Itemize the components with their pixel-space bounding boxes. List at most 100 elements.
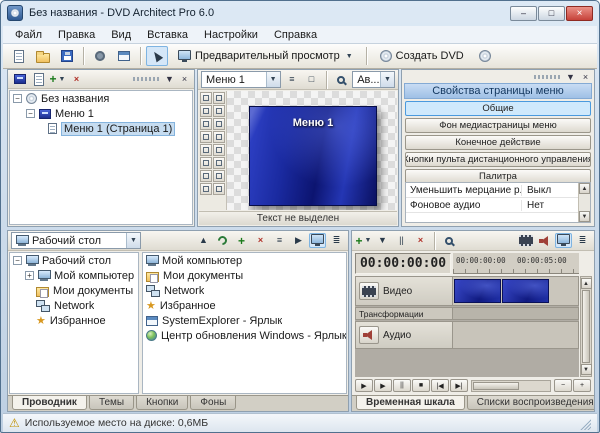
properties-tab-end-action[interactable]: Конечное действие (405, 135, 591, 150)
next-frame-button[interactable]: ▶| (450, 379, 468, 392)
new-project-button[interactable] (8, 46, 30, 66)
file-item-windows-update-shortcut[interactable]: Центр обновления Windows - Ярлык (143, 328, 346, 343)
new-folder-button[interactable]: + (233, 233, 250, 248)
play-from-start-button[interactable]: ▶ (355, 379, 373, 392)
audio-track-header[interactable]: Аудио (355, 321, 453, 349)
properties-tab-general[interactable]: Общие (405, 101, 591, 116)
views-button[interactable]: ≡ (271, 233, 288, 248)
editor-tool-button[interactable] (200, 157, 212, 169)
property-row[interactable]: Фоновое аудио Нет (406, 198, 590, 213)
property-value[interactable]: Нет (522, 200, 544, 211)
insert-page-button[interactable] (30, 72, 47, 87)
scrollbar-thumb[interactable] (582, 290, 590, 363)
file-item-favorites[interactable]: ★ Избранное (143, 298, 346, 313)
play-media-button[interactable]: ▶ (290, 233, 307, 248)
delete-file-button[interactable]: × (252, 233, 269, 248)
tab-timeline[interactable]: Временная шкала (356, 396, 465, 410)
property-value[interactable]: Выкл (522, 185, 551, 196)
file-item-network[interactable]: Network (143, 283, 346, 298)
tree-item-my-documents[interactable]: Мои документы (10, 283, 138, 298)
refresh-button[interactable] (214, 233, 231, 248)
add-item-button[interactable]: + ▼ (49, 72, 66, 87)
open-project-button[interactable] (32, 46, 54, 66)
zoom-level-combo[interactable]: Ав... ▼ (352, 71, 395, 88)
tree-item-menu-page[interactable]: Меню 1 (Страница 1) (10, 121, 192, 136)
maximize-button[interactable]: □ (538, 5, 565, 21)
tree-item-network[interactable]: Network (10, 298, 138, 313)
editor-tool-button[interactable] (200, 105, 212, 117)
panel-menu-button[interactable]: ▼ (163, 73, 176, 85)
panel-menu-button[interactable]: ▼ (564, 71, 577, 83)
video-track-header[interactable]: Видео (355, 276, 453, 306)
scroll-down-icon[interactable]: ▼ (579, 211, 590, 222)
snap-grid-button[interactable]: ≡ (284, 72, 301, 87)
editor-tool-button[interactable] (200, 183, 212, 195)
editor-tool-button[interactable] (213, 144, 225, 156)
delete-item-button[interactable]: × (68, 72, 85, 87)
audio-track-content[interactable] (453, 321, 579, 349)
tab-backgrounds[interactable]: Фоны (190, 396, 237, 410)
tree-item-project[interactable]: − Без названия (10, 91, 192, 106)
delete-event-button[interactable]: × (412, 233, 429, 248)
editor-tool-button[interactable] (213, 92, 225, 104)
audio-track-button[interactable] (359, 326, 379, 344)
previous-frame-button[interactable]: |◀ (431, 379, 449, 392)
menu-help[interactable]: Справка (266, 27, 325, 43)
safe-area-button[interactable]: □ (303, 72, 320, 87)
editor-tool-button[interactable] (200, 131, 212, 143)
panel-close-button[interactable]: × (178, 73, 191, 85)
transformations-track-header[interactable]: Трансформации (355, 307, 453, 320)
auto-preview-button[interactable] (309, 233, 326, 248)
editor-tool-button[interactable] (200, 92, 212, 104)
split-event-button[interactable]: || (393, 233, 410, 248)
menu-options[interactable]: Настройки (196, 27, 266, 43)
collapse-icon[interactable]: − (13, 94, 22, 103)
editor-tool-button[interactable] (213, 105, 225, 117)
zoom-tool-button[interactable] (333, 72, 350, 87)
tree-item-favorites[interactable]: ★ Избранное (10, 313, 138, 328)
editor-tool-button[interactable] (200, 144, 212, 156)
add-media-button[interactable]: + ▼ (355, 233, 372, 248)
tree-item-desktop[interactable]: − Рабочий стол (10, 253, 138, 268)
video-track-button[interactable] (359, 282, 379, 300)
selection-tool-button[interactable] (146, 46, 168, 66)
scroll-down-icon[interactable]: ▼ (580, 364, 592, 375)
video-track-content[interactable] (453, 276, 579, 306)
editor-tool-button[interactable] (200, 118, 212, 130)
panel-grip[interactable] (534, 74, 560, 79)
scroll-up-icon[interactable]: ▲ (580, 278, 592, 289)
menu-canvas[interactable]: Меню 1 (227, 91, 397, 210)
editor-tool-button[interactable] (213, 131, 225, 143)
menu-view[interactable]: Вид (103, 27, 139, 43)
menu-title-text[interactable]: Меню 1 (250, 117, 376, 129)
folder-up-button[interactable]: ▲ (195, 233, 212, 248)
collapse-icon[interactable]: − (13, 256, 22, 265)
editor-tool-button[interactable] (213, 183, 225, 195)
resize-grip[interactable] (578, 416, 591, 430)
timeline-horizontal-scrollbar[interactable] (471, 379, 551, 392)
save-project-button[interactable] (56, 46, 78, 66)
track-list-button[interactable]: ≣ (574, 233, 591, 248)
external-monitor-button[interactable] (555, 233, 572, 248)
insert-chapter-button[interactable]: ▼ (374, 233, 391, 248)
tree-item-menu[interactable]: − Меню 1 (10, 106, 192, 121)
explorer-location-combo[interactable]: Рабочий стол ▼ (11, 232, 141, 249)
editor-tool-button[interactable] (213, 157, 225, 169)
video-clip-thumbnail[interactable] (502, 279, 549, 303)
zoom-timeline-button[interactable] (440, 233, 457, 248)
tab-buttons[interactable]: Кнопки (136, 396, 189, 410)
expand-icon[interactable]: + (25, 271, 34, 280)
show-audio-button[interactable] (536, 233, 553, 248)
zoom-in-button[interactable]: + (573, 379, 591, 392)
play-button[interactable]: ▶ (374, 379, 392, 392)
panel-close-button[interactable]: × (579, 71, 592, 83)
show-video-button[interactable] (517, 233, 534, 248)
scrollbar-thumb[interactable] (473, 381, 519, 390)
project-properties-button[interactable] (89, 46, 111, 66)
properties-tab-remote-buttons[interactable]: Кнопки пульта дистанционного управления (405, 152, 591, 167)
file-item-systemexplorer-shortcut[interactable]: SystemExplorer - Ярлык (143, 313, 346, 328)
menu-preview[interactable]: Меню 1 (249, 106, 377, 206)
editor-tool-button[interactable] (213, 170, 225, 182)
timeline-ruler[interactable]: 00:00:00:00 00:00:05:00 (453, 253, 579, 274)
make-dvd-button[interactable]: Создать DVD (372, 46, 472, 66)
